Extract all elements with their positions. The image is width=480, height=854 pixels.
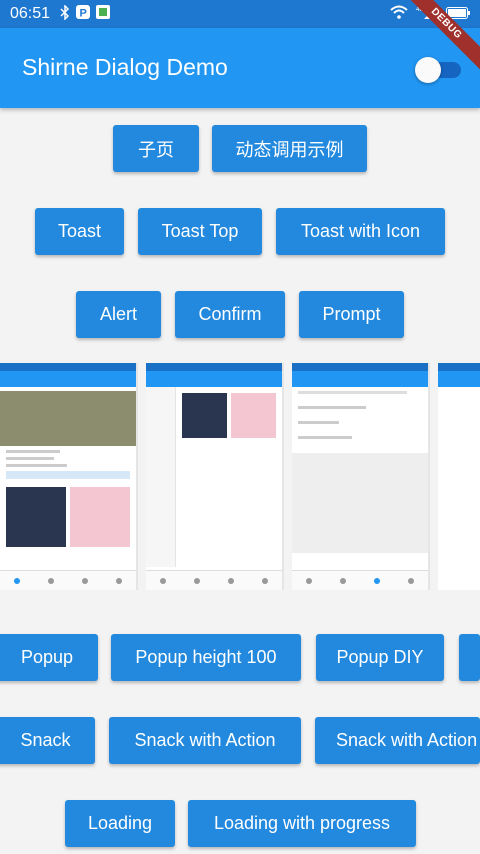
toast-top-button[interactable]: Toast Top — [138, 208, 262, 255]
switch-thumb — [415, 57, 441, 83]
alert-button[interactable]: Alert — [76, 291, 161, 338]
status-time: 06:51 — [10, 5, 51, 22]
subpage-button[interactable]: 子页 — [113, 125, 199, 172]
app-bar: Shirne Dialog Demo — [0, 28, 480, 108]
loading-with-progress-button[interactable]: Loading with progress — [188, 800, 416, 847]
gallery-image — [146, 363, 284, 590]
popup-height-100-button[interactable]: Popup height 100 — [111, 634, 301, 681]
toast-button[interactable]: Toast — [35, 208, 124, 255]
prompt-button[interactable]: Prompt — [299, 291, 404, 338]
p-app-icon: P — [76, 5, 91, 23]
snack-with-action-button-2[interactable]: Snack with Action — [315, 717, 480, 764]
network-badge: 4G — [416, 7, 424, 13]
battery-icon — [446, 5, 470, 23]
dynamic-call-example-button[interactable]: 动态调用示例 — [212, 125, 367, 172]
popup-button[interactable]: Popup — [0, 634, 98, 681]
notification-app-icon — [96, 5, 111, 23]
page-title: Shirne Dialog Demo — [22, 54, 228, 80]
gallery-image — [438, 363, 480, 590]
wifi-icon — [390, 5, 408, 23]
snack-with-action-button[interactable]: Snack with Action — [109, 717, 301, 764]
theme-toggle-switch[interactable] — [415, 57, 463, 83]
gallery-image — [0, 363, 138, 590]
more-popup-button[interactable] — [459, 634, 480, 681]
signal-icon: 4G — [416, 5, 438, 23]
bluetooth-icon — [60, 3, 70, 24]
confirm-button[interactable]: Confirm — [175, 291, 285, 338]
svg-text:P: P — [80, 8, 87, 20]
screenshot-gallery[interactable] — [0, 363, 480, 590]
gallery-image — [292, 363, 430, 590]
loading-button[interactable]: Loading — [65, 800, 175, 847]
status-bar: 06:51 P 4G — [0, 0, 480, 28]
popup-diy-button[interactable]: Popup DIY — [316, 634, 444, 681]
toast-with-icon-button[interactable]: Toast with Icon — [276, 208, 445, 255]
snack-button[interactable]: Snack — [0, 717, 95, 764]
